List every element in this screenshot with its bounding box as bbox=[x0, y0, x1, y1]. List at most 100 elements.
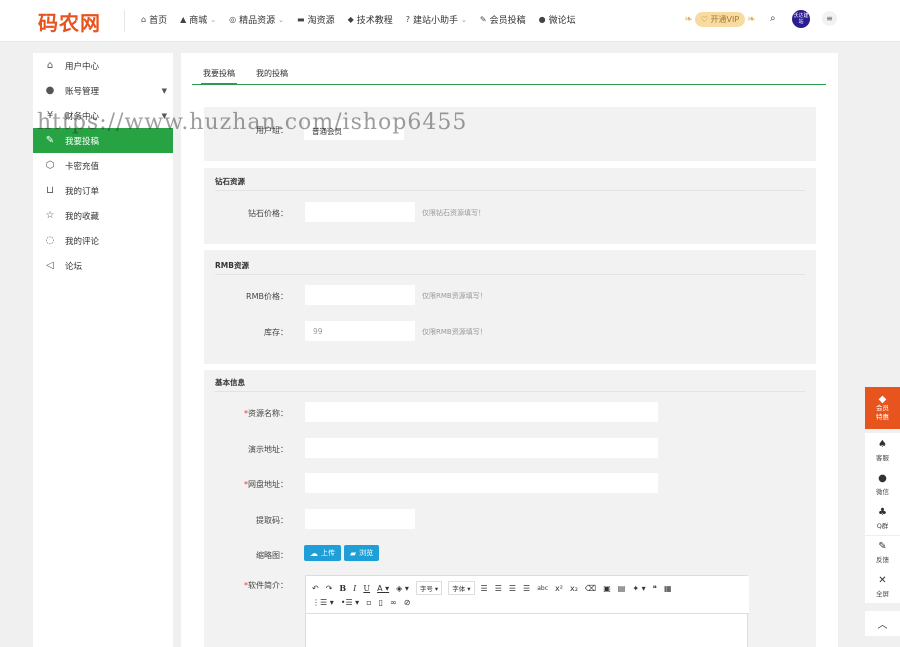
avatar[interactable]: 沃达建站 bbox=[792, 10, 810, 28]
graduation-icon: ◆ bbox=[347, 15, 354, 24]
bg-color-icon[interactable]: ◈ ▾ bbox=[396, 584, 409, 593]
wechat-icon: ● bbox=[878, 472, 887, 484]
demo-url-label: 演示地址： bbox=[248, 445, 288, 454]
rich-text-editor[interactable]: ↶ ↷ B I U A ▾ ◈ ▾ 字号 ▾ 字体 ▾ ☰ ☰ ☰ ☰ abc … bbox=[305, 575, 749, 647]
link-icon[interactable]: ∞ bbox=[390, 598, 397, 607]
netdisk-url-input[interactable] bbox=[305, 473, 658, 493]
site-logo[interactable]: 码农网 bbox=[38, 7, 101, 36]
rmb-title: RMB资源 bbox=[215, 261, 249, 270]
drive-icon: ▬ bbox=[297, 15, 305, 24]
unlink-icon[interactable]: ⊘ bbox=[404, 598, 411, 607]
nav-item-0[interactable]: ⌂ 首页 bbox=[141, 13, 167, 26]
sidebar-item-5[interactable]: ⊔ 我的订单 bbox=[33, 178, 173, 203]
rmb-price-input[interactable] bbox=[305, 285, 415, 305]
nav-item-3[interactable]: ▬ 淘资源 bbox=[297, 13, 335, 26]
image-icon[interactable]: ▣ bbox=[603, 584, 611, 593]
sidebar-item-0[interactable]: ⌂ 用户中心 bbox=[33, 53, 173, 78]
nav-item-5[interactable]: ? 建站小助手 ⌄ bbox=[406, 13, 467, 26]
sidebar-item-7[interactable]: ◌ 我的评论 bbox=[33, 228, 173, 253]
float-item-0[interactable]: ♠ 客服 bbox=[865, 433, 900, 467]
diamond-title: 钻石资源 bbox=[215, 177, 245, 186]
file-icon[interactable]: ▯ bbox=[379, 598, 383, 607]
sidebar-item-1[interactable]: ● 账号管理 ▼ bbox=[33, 78, 173, 103]
float-item-3[interactable]: ✎ 反馈 bbox=[865, 535, 900, 569]
ordered-list-icon[interactable]: ⋮☰ ▾ bbox=[312, 598, 334, 607]
nav-item-6[interactable]: ✎ 会员投稿 bbox=[480, 13, 526, 26]
tab-submit[interactable]: 我要投稿 bbox=[201, 68, 237, 85]
nav-label: 精品资源 bbox=[239, 16, 276, 26]
back-to-top-button[interactable]: ︿ bbox=[865, 611, 900, 636]
float-item-label: 微信 bbox=[876, 487, 889, 496]
nav-item-7[interactable]: ● 微论坛 bbox=[539, 13, 576, 26]
card-icon: ⬡ bbox=[45, 160, 55, 171]
sidebar-item-8[interactable]: ◁ 论坛 bbox=[33, 253, 173, 278]
font-color-icon[interactable]: A ▾ bbox=[377, 584, 389, 593]
nav-item-2[interactable]: ◎ 精品资源 ⌄ bbox=[229, 13, 284, 26]
sidebar-item-label: 我的收藏 bbox=[65, 211, 100, 222]
eraser-icon[interactable]: ⌫ bbox=[585, 584, 596, 593]
font-family-select[interactable]: 字体 ▾ bbox=[448, 581, 475, 595]
float-item-4[interactable]: ✕ 全屏 bbox=[865, 569, 900, 603]
menu-icon[interactable]: ≡ bbox=[822, 11, 837, 26]
diamond-price-input[interactable] bbox=[305, 202, 415, 222]
home-outline-icon: ⌂ bbox=[46, 60, 54, 71]
submit-icon: ✎ bbox=[45, 135, 55, 146]
sidebar-item-6[interactable]: ☆ 我的收藏 bbox=[33, 203, 173, 228]
rmb-price-label: RMB价格： bbox=[246, 292, 288, 301]
diamond-panel: 钻石资源 钻石价格： 仅限钻石资源填写！ bbox=[204, 168, 816, 244]
resource-name-input[interactable] bbox=[305, 402, 658, 422]
undo-icon[interactable]: ↶ bbox=[312, 584, 319, 593]
edit-icon: ✎ bbox=[479, 15, 487, 24]
sidebar-item-label: 卡密充值 bbox=[65, 161, 100, 172]
basic-title: 基本信息 bbox=[215, 378, 245, 387]
question-icon: ? bbox=[405, 15, 411, 24]
bell-icon: ♠ bbox=[878, 438, 887, 450]
unordered-list-icon[interactable]: •☰ ▾ bbox=[341, 598, 359, 607]
float-item-1[interactable]: ● 微信 bbox=[865, 467, 900, 501]
chevron-down-icon: ⌄ bbox=[210, 15, 217, 24]
open-vip-button[interactable]: ❧ ♡ 开通VIP ❧ bbox=[683, 9, 757, 29]
sidebar-item-label: 用户中心 bbox=[65, 61, 100, 72]
video-icon[interactable]: ▤ bbox=[618, 584, 626, 593]
align-left-icon[interactable]: ☰ bbox=[481, 584, 488, 593]
comments-icon: ● bbox=[538, 15, 546, 24]
nav-item-4[interactable]: ◆ 技术教程 bbox=[348, 13, 393, 26]
strikethrough-icon[interactable]: abc bbox=[537, 585, 548, 592]
quote-icon[interactable]: ❝ bbox=[653, 584, 657, 593]
align-center-icon[interactable]: ☰ bbox=[495, 584, 502, 593]
extract-code-input[interactable] bbox=[305, 509, 415, 529]
font-size-select[interactable]: 字号 ▾ bbox=[415, 581, 443, 595]
superscript-icon[interactable]: x² bbox=[555, 584, 563, 593]
search-icon[interactable]: ⌕ bbox=[770, 13, 776, 24]
redo-icon[interactable]: ↷ bbox=[326, 584, 333, 593]
paste-icon[interactable]: ▦ bbox=[664, 584, 672, 593]
sidebar-item-4[interactable]: ⬡ 卡密充值 bbox=[33, 153, 173, 178]
sidebar-item-label: 我要投稿 bbox=[65, 136, 100, 147]
underline-icon[interactable]: U bbox=[363, 584, 370, 593]
nav-item-1[interactable]: ▲ 商城 ⌄ bbox=[180, 13, 216, 26]
subscript-icon[interactable]: x₂ bbox=[570, 584, 578, 593]
float-item-2[interactable]: ♣ Q群 bbox=[865, 501, 900, 535]
tab-my-submissions[interactable]: 我的投稿 bbox=[256, 68, 288, 79]
code-icon[interactable]: ▫ bbox=[366, 598, 371, 607]
align-justify-icon[interactable]: ☰ bbox=[523, 584, 530, 593]
nav-label: 商城 bbox=[189, 16, 208, 26]
italic-icon[interactable]: I bbox=[353, 584, 356, 593]
browse-button[interactable]: ▰ 浏览 bbox=[344, 545, 380, 561]
tab-bar: 我要投稿 我的投稿 bbox=[192, 53, 826, 85]
main-nav: ⌂ 首页 ▲ 商城 ⌄ ◎ 精品资源 ⌄ ▬ 淘资源 ◆ 技术教程? 建站小助手 ⌄ ✎ 会员投稿 ● 微论坛 bbox=[141, 13, 589, 26]
upload-button[interactable]: ☁ 上传 bbox=[304, 545, 341, 561]
bold-icon[interactable]: B bbox=[339, 583, 346, 593]
diamond-price-label: 钻石价格： bbox=[248, 209, 288, 218]
stock-input[interactable]: 99 bbox=[305, 321, 415, 341]
nav-label: 建站小助手 bbox=[413, 16, 459, 26]
demo-url-input[interactable] bbox=[305, 438, 658, 458]
float-vip-button[interactable]: ◆ 会员 特惠 bbox=[865, 387, 900, 429]
panel-divider bbox=[215, 391, 805, 392]
sidebar-item-label: 账号管理 bbox=[65, 86, 100, 97]
stock-hint: 仅限RMB资源填写！ bbox=[422, 328, 487, 336]
resource-name-label: *资源名称： bbox=[244, 409, 288, 418]
vip-label: ♡ 开通VIP bbox=[694, 11, 746, 27]
magic-icon[interactable]: ✦ ▾ bbox=[632, 584, 645, 593]
align-right-icon[interactable]: ☰ bbox=[509, 584, 516, 593]
